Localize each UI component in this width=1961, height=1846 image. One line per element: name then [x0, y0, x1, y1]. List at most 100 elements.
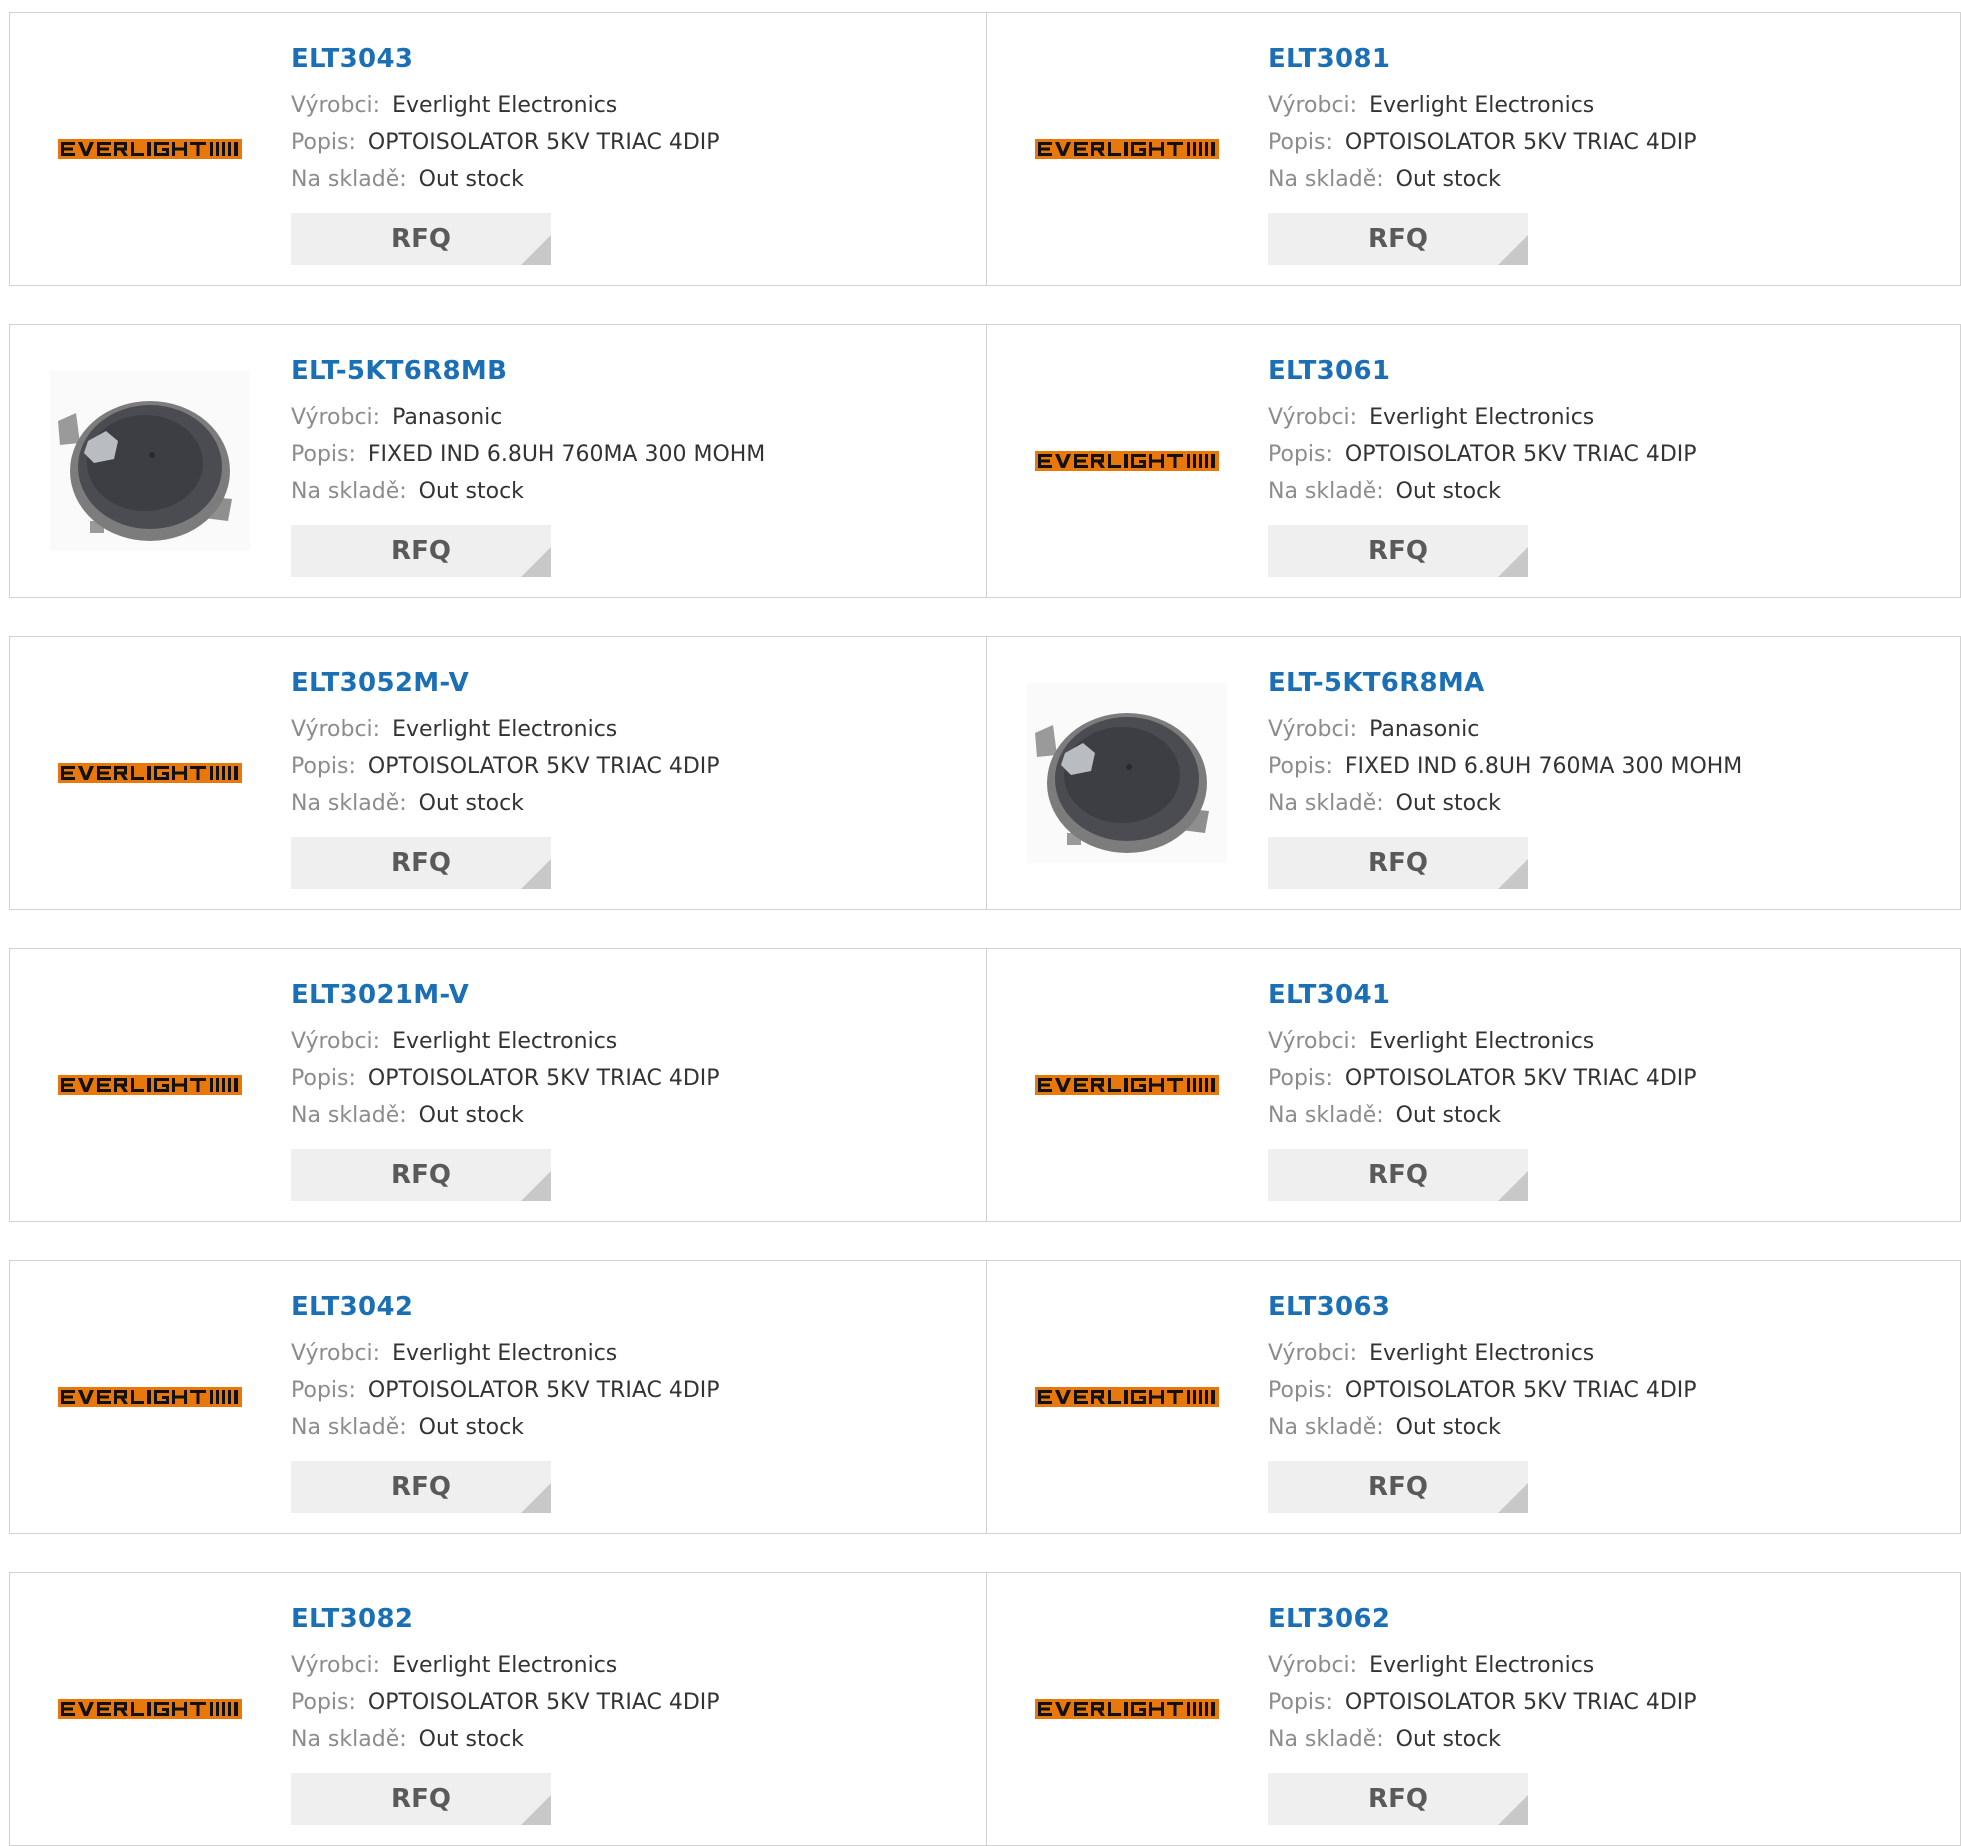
- description-label: Popis:: [291, 1066, 356, 1091]
- stock-line: Na skladě: Out stock: [291, 473, 765, 510]
- stock-label: Na skladě:: [291, 1103, 407, 1128]
- stock-value: Out stock: [418, 1103, 524, 1128]
- rfq-button[interactable]: RFQ: [1268, 1773, 1528, 1825]
- product-card: ELT3043 Výrobci: Everlight Electronics Popi…: [9, 12, 987, 286]
- rfq-label: RFQ: [391, 1160, 451, 1190]
- manufacturer-value: Everlight Electronics: [1369, 1653, 1595, 1678]
- rfq-button[interactable]: RFQ: [1268, 213, 1528, 265]
- product-grid: ELT3043 Výrobci: Everlight Electronics Popi…: [9, 12, 1961, 1846]
- part-number-link[interactable]: ELT3061: [1268, 355, 1697, 387]
- description-value: OPTOISOLATOR 5KV TRIAC 4DIP: [1344, 442, 1697, 467]
- description-value: OPTOISOLATOR 5KV TRIAC 4DIP: [1344, 1066, 1697, 1091]
- description-label: Popis:: [1268, 1378, 1333, 1403]
- part-number-link[interactable]: ELT-5KT6R8MB: [291, 355, 765, 387]
- rfq-button[interactable]: RFQ: [291, 1149, 551, 1201]
- description-line: Popis: OPTOISOLATOR 5KV TRIAC 4DIP: [1268, 1372, 1697, 1409]
- product-row: ELT3082 Výrobci: Everlight Electronics Popi…: [9, 1572, 1961, 1846]
- rfq-label: RFQ: [1368, 1472, 1428, 1502]
- manufacturer-line: Výrobci: Everlight Electronics: [291, 711, 720, 748]
- corner-triangle-icon: [1498, 1483, 1528, 1513]
- product-image[interactable]: [50, 1307, 250, 1487]
- rfq-button[interactable]: RFQ: [291, 837, 551, 889]
- rfq-button[interactable]: RFQ: [1268, 1149, 1528, 1201]
- product-image[interactable]: [1027, 59, 1227, 239]
- part-number-link[interactable]: ELT3041: [1268, 979, 1697, 1011]
- part-number-link[interactable]: ELT3021M-V: [291, 979, 720, 1011]
- manufacturer-line: Výrobci: Everlight Electronics: [291, 1647, 720, 1684]
- part-number-link[interactable]: ELT3043: [291, 43, 720, 75]
- rfq-button[interactable]: RFQ: [291, 1461, 551, 1513]
- everlight-logo: [1035, 1699, 1219, 1719]
- product-image[interactable]: [50, 1619, 250, 1799]
- stock-value: Out stock: [1395, 479, 1501, 504]
- description-line: Popis: OPTOISOLATOR 5KV TRIAC 4DIP: [291, 1372, 720, 1409]
- manufacturer-label: Výrobci:: [1268, 405, 1358, 430]
- stock-value: Out stock: [1395, 1415, 1501, 1440]
- corner-triangle-icon: [1498, 1171, 1528, 1201]
- rfq-button[interactable]: RFQ: [291, 525, 551, 577]
- stock-value: Out stock: [1395, 167, 1501, 192]
- stock-label: Na skladě:: [291, 479, 407, 504]
- stock-value: Out stock: [1395, 1727, 1501, 1752]
- product-image[interactable]: [1027, 1619, 1227, 1799]
- product-image[interactable]: [50, 59, 250, 239]
- stock-line: Na skladě: Out stock: [291, 1097, 720, 1134]
- product-info: ELT3062 Výrobci: Everlight Electronics Popi…: [1268, 1603, 1697, 1825]
- product-info: ELT3061 Výrobci: Everlight Electronics Popi…: [1268, 355, 1697, 577]
- stock-line: Na skladě: Out stock: [1268, 473, 1697, 510]
- corner-triangle-icon: [521, 859, 551, 889]
- product-image[interactable]: [50, 995, 250, 1175]
- part-number-link[interactable]: ELT3081: [1268, 43, 1697, 75]
- description-line: Popis: OPTOISOLATOR 5KV TRIAC 4DIP: [291, 748, 720, 785]
- description-line: Popis: OPTOISOLATOR 5KV TRIAC 4DIP: [1268, 124, 1697, 161]
- everlight-logo: [58, 1075, 242, 1095]
- rfq-label: RFQ: [1368, 224, 1428, 254]
- everlight-logo: [1035, 1387, 1219, 1407]
- stock-line: Na skladě: Out stock: [1268, 1721, 1697, 1758]
- description-label: Popis:: [291, 754, 356, 779]
- manufacturer-line: Výrobci: Everlight Electronics: [1268, 1335, 1697, 1372]
- rfq-label: RFQ: [1368, 1160, 1428, 1190]
- part-number-link[interactable]: ELT3042: [291, 1291, 720, 1323]
- rfq-button[interactable]: RFQ: [1268, 1461, 1528, 1513]
- description-line: Popis: OPTOISOLATOR 5KV TRIAC 4DIP: [1268, 436, 1697, 473]
- product-info: ELT3082 Výrobci: Everlight Electronics Popi…: [291, 1603, 720, 1825]
- rfq-label: RFQ: [391, 536, 451, 566]
- stock-label: Na skladě:: [291, 1727, 407, 1752]
- manufacturer-line: Výrobci: Everlight Electronics: [1268, 1023, 1697, 1060]
- product-image[interactable]: [1027, 371, 1227, 551]
- rfq-button[interactable]: RFQ: [291, 213, 551, 265]
- stock-label: Na skladě:: [1268, 1103, 1384, 1128]
- product-card: ELT3082 Výrobci: Everlight Electronics Popi…: [9, 1572, 987, 1846]
- stock-line: Na skladě: Out stock: [1268, 1409, 1697, 1446]
- part-number-link[interactable]: ELT3052M-V: [291, 667, 720, 699]
- manufacturer-value: Everlight Electronics: [1369, 1029, 1595, 1054]
- product-info: ELT-5KT6R8MA Výrobci: Panasonic Popis: FIXED…: [1268, 667, 1742, 889]
- product-row: ELT3052M-V Výrobci: Everlight Electronics P…: [9, 636, 1961, 910]
- product-image[interactable]: [1027, 1307, 1227, 1487]
- description-line: Popis: OPTOISOLATOR 5KV TRIAC 4DIP: [291, 1684, 720, 1721]
- product-image[interactable]: [1027, 683, 1227, 863]
- description-label: Popis:: [291, 130, 356, 155]
- product-image[interactable]: [50, 371, 250, 551]
- rfq-button[interactable]: RFQ: [1268, 525, 1528, 577]
- part-number-link[interactable]: ELT3063: [1268, 1291, 1697, 1323]
- corner-triangle-icon: [521, 235, 551, 265]
- part-number-link[interactable]: ELT-5KT6R8MA: [1268, 667, 1742, 699]
- rfq-label: RFQ: [391, 224, 451, 254]
- description-label: Popis:: [291, 1378, 356, 1403]
- rfq-button[interactable]: RFQ: [291, 1773, 551, 1825]
- part-number-link[interactable]: ELT3062: [1268, 1603, 1697, 1635]
- description-value: OPTOISOLATOR 5KV TRIAC 4DIP: [367, 130, 720, 155]
- rfq-button[interactable]: RFQ: [1268, 837, 1528, 889]
- product-row: ELT3043 Výrobci: Everlight Electronics Popi…: [9, 12, 1961, 286]
- part-number-link[interactable]: ELT3082: [291, 1603, 720, 1635]
- rfq-label: RFQ: [391, 848, 451, 878]
- manufacturer-value: Everlight Electronics: [392, 1653, 618, 1678]
- product-row: ELT-5KT6R8MB Výrobci: Panasonic Popis: FIXED…: [9, 324, 1961, 598]
- product-card: ELT3052M-V Výrobci: Everlight Electronics P…: [9, 636, 987, 910]
- product-image[interactable]: [50, 683, 250, 863]
- product-image[interactable]: [1027, 995, 1227, 1175]
- manufacturer-line: Výrobci: Everlight Electronics: [1268, 399, 1697, 436]
- description-label: Popis:: [1268, 442, 1333, 467]
